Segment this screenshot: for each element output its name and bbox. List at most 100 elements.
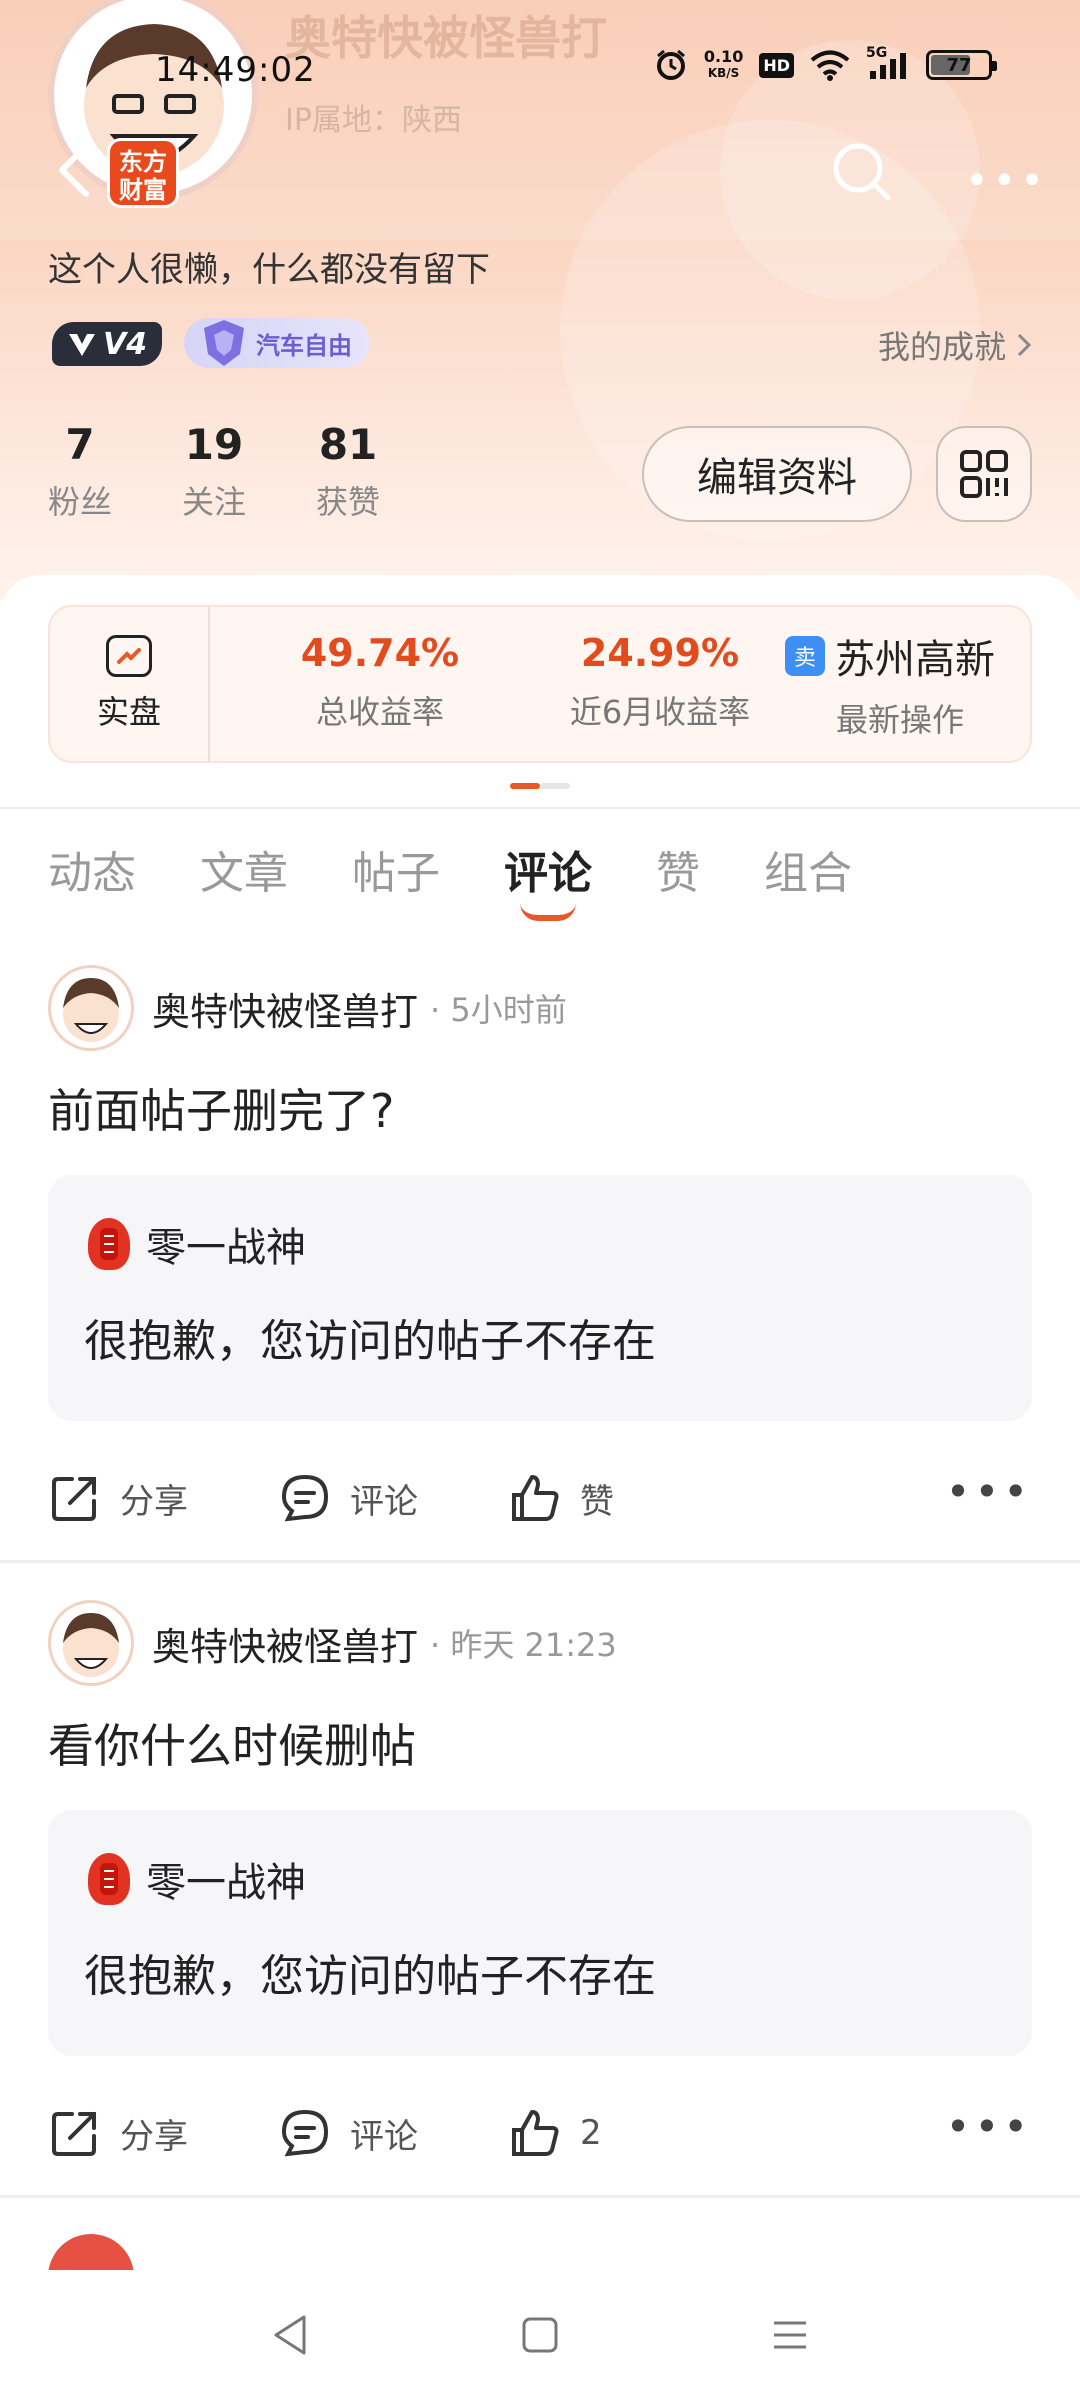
quoted-username: 零一战神 <box>146 1860 306 1906</box>
trend-chart-icon <box>106 635 152 677</box>
net-speed: 0.10 KB/S <box>703 47 744 81</box>
status-time: 14:49:02 <box>155 50 316 90</box>
divider <box>0 807 1080 809</box>
hd-badge: HD <box>759 52 794 78</box>
comment-bubble-icon <box>281 2109 329 2157</box>
menu-icon <box>774 2321 806 2349</box>
tab-articles[interactable]: 文章 <box>200 837 288 901</box>
real-account-label: 实盘 <box>96 693 161 731</box>
comment-button[interactable]: 评论 <box>278 1471 418 1525</box>
tab-likes[interactable]: 赞 <box>656 837 700 901</box>
share-button[interactable]: 分享 <box>48 2106 188 2160</box>
tab-comments[interactable]: 评论 <box>504 837 592 921</box>
comment-actions: 分享 评论 赞 ••• <box>48 1463 1032 1533</box>
square-home-icon <box>522 2317 558 2353</box>
comment-bubble-icon <box>281 1474 329 1522</box>
nav-home-button[interactable] <box>510 2305 570 2365</box>
edit-profile-button[interactable]: 编辑资料 <box>642 426 912 522</box>
divider <box>0 1560 1080 1563</box>
quoted-post[interactable]: 零一战神 很抱歉，您访问的帖子不存在 <box>48 1175 1032 1421</box>
medal-badge[interactable]: 汽车自由 <box>184 318 370 368</box>
pager-dot <box>540 783 570 789</box>
seal-icon <box>100 1863 118 1895</box>
header-username: 奥特快被怪兽打 <box>285 11 607 65</box>
alarm-icon <box>656 49 685 80</box>
profile-bio: 这个人很懒，什么都没有留下 <box>48 250 490 290</box>
comment-item[interactable]: 奥特快被怪兽打 · 5小时前 前面帖子删完了? 零一战神 很抱歉，您访问的帖子不… <box>0 965 1080 1545</box>
comment-text: 前面帖子删完了? <box>48 1084 395 1138</box>
status-icons: 0.10 KB/S HD 5G 77 <box>654 45 997 82</box>
comment-time: · 5小时前 <box>430 991 567 1029</box>
content-panel: 实盘 49.74% 总收益率 24.99% 近6月收益率 卖 苏州高新 最新操作… <box>0 575 1080 2400</box>
quoted-username: 零一战神 <box>146 1225 306 1271</box>
brand-badge: 东方 财富 <box>107 138 179 208</box>
ip-location: IP属地：陕西 <box>285 103 462 138</box>
stat-likes[interactable]: 81 获赞 <box>316 420 380 523</box>
level-badge[interactable]: V4 <box>52 322 162 366</box>
more-options-icon[interactable]: ••• <box>946 1467 1032 1516</box>
comment-username[interactable]: 奥特快被怪兽打 <box>152 981 418 1036</box>
avatar <box>88 1218 130 1270</box>
like-button[interactable]: 赞 <box>508 1471 614 1525</box>
latest-operation[interactable]: 卖 苏州高新 最新操作 <box>785 627 1015 741</box>
tab-dynamics[interactable]: 动态 <box>48 837 136 901</box>
triangle-back-icon <box>274 2315 306 2355</box>
cartoon-face-icon <box>63 1613 119 1677</box>
avatar[interactable] <box>48 965 134 1051</box>
profile-stats: 7 粉丝 19 关注 81 获赞 <box>48 420 380 523</box>
performance-card[interactable]: 实盘 49.74% 总收益率 24.99% 近6月收益率 卖 苏州高新 最新操作 <box>48 605 1032 763</box>
shield-medal-icon <box>204 320 244 366</box>
comment-button[interactable]: 评论 <box>278 2106 418 2160</box>
chevron-right-icon <box>1017 333 1032 357</box>
avatar[interactable] <box>48 1600 134 1686</box>
quoted-post[interactable]: 零一战神 很抱歉，您访问的帖子不存在 <box>48 1810 1032 2056</box>
signal-icon: 5G <box>866 45 910 81</box>
like-button[interactable]: 2 <box>508 2106 602 2160</box>
real-account-section[interactable]: 实盘 <box>50 607 210 761</box>
qr-code-button[interactable] <box>936 426 1032 522</box>
comment-text: 看你什么时候删帖 <box>48 1719 416 1773</box>
share-icon <box>52 2112 96 2156</box>
divider <box>0 2195 1080 2198</box>
more-options-icon[interactable]: ••• <box>946 2102 1032 2151</box>
comment-item[interactable]: 奥特快被怪兽打 · 昨天 21:23 看你什么时候删帖 零一战神 很抱歉，您访问… <box>0 1600 1080 2180</box>
six-month-return: 24.99% 近6月收益率 <box>569 631 751 731</box>
active-tab-indicator <box>520 903 576 921</box>
share-icon <box>52 1477 96 1521</box>
wifi-icon <box>810 50 850 81</box>
v-level-icon <box>68 334 95 356</box>
qr-code-icon <box>960 450 1008 498</box>
more-options-icon[interactable]: ••• <box>965 158 1048 204</box>
cartoon-face-icon <box>63 978 119 1042</box>
nav-menu-button[interactable] <box>760 2305 820 2365</box>
profile-header: 东方 财富 奥特快被怪兽打 IP属地：陕西 14:49:02 0.10 KB/S… <box>0 0 1080 600</box>
comment-header: 奥特快被怪兽打 · 5小时前 <box>48 965 567 1051</box>
stat-following[interactable]: 19 关注 <box>182 420 246 523</box>
quoted-text: 很抱歉，您访问的帖子不存在 <box>84 1951 656 2002</box>
quoted-text: 很抱歉，您访问的帖子不存在 <box>84 1316 656 1367</box>
battery-indicator: 77 <box>926 50 997 80</box>
thumbs-up-icon <box>512 2110 559 2156</box>
comment-header: 奥特快被怪兽打 · 昨天 21:23 <box>48 1600 617 1686</box>
share-button[interactable]: 分享 <box>48 1471 188 1525</box>
profile-tabs: 动态 文章 帖子 评论 赞 组合 <box>48 837 916 921</box>
search-icon[interactable] <box>830 140 894 204</box>
total-return: 49.74% 总收益率 <box>300 631 460 731</box>
tab-posts[interactable]: 帖子 <box>352 837 440 901</box>
latest-stock: 苏州高新 <box>835 637 995 683</box>
nav-back-button[interactable] <box>260 2305 320 2365</box>
system-nav-bar <box>0 2270 1080 2400</box>
latest-operation-label: 最新操作 <box>835 701 964 739</box>
achievements-link[interactable]: 我的成就 <box>878 322 1032 368</box>
stat-fans[interactable]: 7 粉丝 <box>48 420 112 523</box>
avatar <box>88 1853 130 1905</box>
tab-portfolio[interactable]: 组合 <box>764 837 852 901</box>
comment-username[interactable]: 奥特快被怪兽打 <box>152 1616 418 1671</box>
back-arrow-icon[interactable] <box>50 140 100 200</box>
thumbs-up-icon <box>512 1475 559 1521</box>
pager-dots <box>510 783 570 789</box>
comment-actions: 分享 评论 2 ••• <box>48 2098 1032 2168</box>
seal-icon <box>100 1228 118 1260</box>
comment-time: · 昨天 21:23 <box>430 1626 617 1664</box>
sell-tag: 卖 <box>785 636 825 676</box>
